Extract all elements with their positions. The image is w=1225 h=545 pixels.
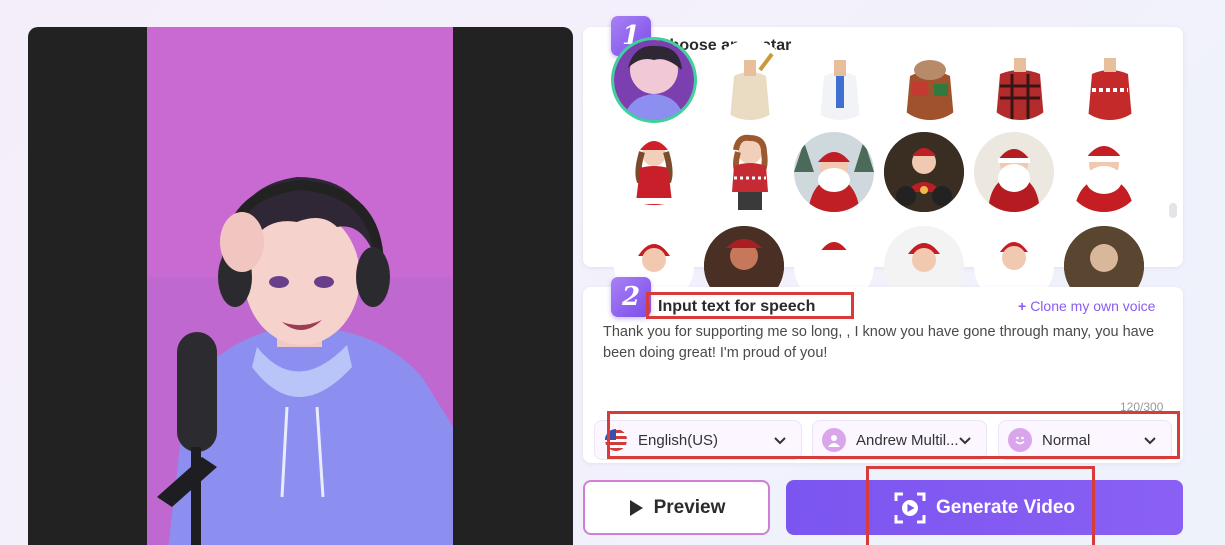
mood-value: Normal [1042,431,1091,449]
avatar-option-santa-snow-forest[interactable] [794,132,874,212]
language-value: English(US) [638,431,719,449]
preview-button-label: Preview [653,496,726,518]
video-frame-icon [894,492,926,523]
video-preview-pane [28,27,573,545]
us-flag-icon [604,428,628,452]
generate-video-button[interactable]: Generate Video [786,480,1183,535]
avatar-option-santa-smiling[interactable] [1064,132,1144,212]
chevron-down-icon [774,437,786,445]
avatar-option-girl-christmas-sweater[interactable] [710,132,790,212]
avatar-option-man-christmas-sweater[interactable] [1070,40,1150,120]
avatar-list-scrollbar[interactable] [1169,203,1177,218]
clone-voice-link[interactable]: + Clone my own voice [1018,298,1155,314]
step-2-badge: 2 [611,277,651,317]
avatar-option-santa-motorbike[interactable] [884,132,964,212]
character-count: 120/300 [1120,400,1164,414]
avatar-option-man-cream-shirt[interactable] [710,40,790,120]
mood-select[interactable]: Normal [998,420,1172,460]
avatar-option-girl-santa-dress[interactable] [614,132,694,212]
avatar-option-bearded-man-gifts[interactable] [890,40,970,120]
voice-value: Andrew Multil... [856,431,959,449]
avatar-option-anime-boy[interactable] [614,40,694,120]
play-icon [629,499,643,516]
plus-icon: + [1018,298,1027,314]
smile-icon [1008,428,1032,452]
input-speech-title: Input text for speech [658,298,816,315]
generate-video-label: Generate Video [935,496,1076,518]
chevron-down-icon [1144,437,1156,445]
language-select[interactable]: English(US) [594,420,802,460]
person-icon [822,428,846,452]
clone-voice-label: Clone my own voice [1030,298,1156,314]
chevron-down-icon [959,437,971,445]
speech-text-area[interactable]: Thank you for supporting me so long, , I… [603,322,1169,364]
avatar-option-man-plaid-shirt[interactable] [980,40,1060,120]
voice-select[interactable]: Andrew Multil... [812,420,987,460]
avatar-option-santa-red-suit[interactable] [974,132,1054,212]
avatar-preview-image [147,27,453,545]
preview-button[interactable]: Preview [583,480,770,535]
avatar-option-man-white-shirt[interactable] [800,40,880,120]
